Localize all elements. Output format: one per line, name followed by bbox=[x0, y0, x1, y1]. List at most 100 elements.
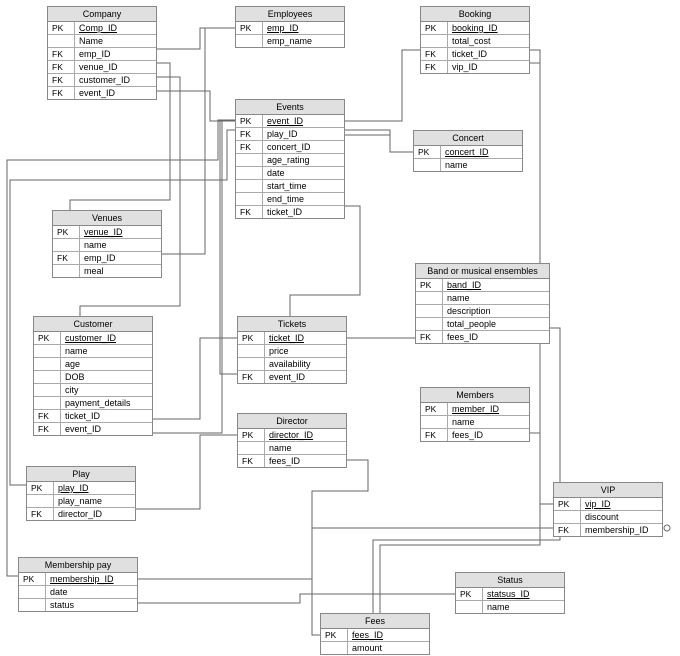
column-name: fees_ID bbox=[443, 331, 550, 344]
key-type bbox=[416, 305, 443, 318]
entity-fees: FeesPKfees_IDamount bbox=[320, 613, 430, 655]
key-type: FK bbox=[416, 331, 443, 344]
key-type: FK bbox=[421, 61, 448, 74]
key-type bbox=[321, 642, 348, 655]
key-type: PK bbox=[236, 115, 263, 128]
entity-columns: PKplay_IDplay_nameFKdirector_ID bbox=[27, 482, 135, 520]
key-type: FK bbox=[48, 48, 75, 61]
entity-title: Membership pay bbox=[19, 558, 137, 573]
column-name: emp_ID bbox=[263, 22, 345, 35]
key-type bbox=[19, 586, 46, 599]
column-name: booking_ID bbox=[448, 22, 530, 35]
column-name: end_time bbox=[263, 193, 345, 206]
entity-columns: PKfees_IDamount bbox=[321, 629, 429, 654]
column-name: Name bbox=[75, 35, 157, 48]
entity-title: Play bbox=[27, 467, 135, 482]
key-type: FK bbox=[48, 87, 75, 100]
column-name: venue_ID bbox=[75, 61, 157, 74]
key-type: PK bbox=[53, 226, 80, 239]
column-name: fees_ID bbox=[448, 429, 530, 442]
column-name: total_people bbox=[443, 318, 550, 331]
key-type: PK bbox=[456, 588, 483, 601]
key-type: FK bbox=[238, 371, 265, 384]
entity-columns: PKmember_IDnameFKfees_ID bbox=[421, 403, 529, 441]
entity-columns: PKvenue_IDnameFKemp_IDmeal bbox=[53, 226, 161, 277]
key-type bbox=[554, 511, 581, 524]
entity-columns: PKComp_IDNameFKemp_IDFKvenue_IDFKcustome… bbox=[48, 22, 156, 99]
key-type bbox=[236, 167, 263, 180]
entity-title: Fees bbox=[321, 614, 429, 629]
column-name: payment_details bbox=[61, 397, 153, 410]
key-type bbox=[456, 601, 483, 614]
key-type: PK bbox=[421, 403, 448, 416]
column-name: age_rating bbox=[263, 154, 345, 167]
entity-venues: VenuesPKvenue_IDnameFKemp_IDmeal bbox=[52, 210, 162, 278]
column-name: emp_ID bbox=[80, 252, 162, 265]
entity-columns: PKstatsus_IDname bbox=[456, 588, 564, 613]
entity-band: Band or musical ensemblesPKband_IDnamede… bbox=[415, 263, 550, 344]
key-type: FK bbox=[48, 74, 75, 87]
key-type bbox=[53, 265, 80, 278]
column-name: emp_ID bbox=[75, 48, 157, 61]
entity-employees: EmployeesPKemp_IDemp_name bbox=[235, 6, 345, 48]
entity-customer: CustomerPKcustomer_IDnameageDOBcitypayme… bbox=[33, 316, 153, 436]
column-name: date bbox=[263, 167, 345, 180]
key-type: FK bbox=[421, 429, 448, 442]
key-type bbox=[421, 416, 448, 429]
column-name: event_ID bbox=[61, 423, 153, 436]
column-name: play_ID bbox=[263, 128, 345, 141]
key-type: PK bbox=[34, 332, 61, 345]
column-name: name bbox=[443, 292, 550, 305]
key-type: PK bbox=[421, 22, 448, 35]
column-name: play_ID bbox=[54, 482, 136, 495]
entity-title: Customer bbox=[34, 317, 152, 332]
key-type: FK bbox=[554, 524, 581, 537]
column-name: venue_ID bbox=[80, 226, 162, 239]
column-name: statsus_ID bbox=[483, 588, 565, 601]
entity-columns: PKevent_IDFKplay_IDFKconcert_IDage_ratin… bbox=[236, 115, 344, 218]
entity-booking: BookingPKbooking_IDtotal_costFKticket_ID… bbox=[420, 6, 530, 74]
entity-members: MembersPKmember_IDnameFKfees_ID bbox=[420, 387, 530, 442]
column-name: name bbox=[265, 442, 347, 455]
key-type: PK bbox=[48, 22, 75, 35]
column-name: status bbox=[46, 599, 138, 612]
column-name: city bbox=[61, 384, 153, 397]
column-name: director_ID bbox=[54, 508, 136, 521]
key-type bbox=[34, 397, 61, 410]
column-name: fees_ID bbox=[265, 455, 347, 468]
key-type: FK bbox=[48, 61, 75, 74]
entity-company: CompanyPKComp_IDNameFKemp_IDFKvenue_IDFK… bbox=[47, 6, 157, 100]
entity-title: Concert bbox=[414, 131, 522, 146]
entity-columns: PKband_IDnamedescriptiontotal_peopleFKfe… bbox=[416, 279, 549, 343]
key-type bbox=[238, 358, 265, 371]
entity-membership: Membership payPKmembership_IDdatestatus bbox=[18, 557, 138, 612]
key-type: PK bbox=[236, 22, 263, 35]
key-type bbox=[416, 292, 443, 305]
entity-columns: PKvip_IDdiscountFKmembership_ID bbox=[554, 498, 662, 536]
column-name: event_ID bbox=[265, 371, 347, 384]
key-type bbox=[27, 495, 54, 508]
column-name: ticket_ID bbox=[263, 206, 345, 219]
column-name: total_cost bbox=[448, 35, 530, 48]
entity-concert: ConcertPKconcert_IDname bbox=[413, 130, 523, 172]
column-name: play_name bbox=[54, 495, 136, 508]
entity-title: Venues bbox=[53, 211, 161, 226]
column-name: vip_ID bbox=[448, 61, 530, 74]
key-type: FK bbox=[34, 410, 61, 423]
key-type: PK bbox=[27, 482, 54, 495]
column-name: membership_ID bbox=[581, 524, 663, 537]
key-type: PK bbox=[19, 573, 46, 586]
entity-vip: VIPPKvip_IDdiscountFKmembership_ID bbox=[553, 482, 663, 537]
key-type bbox=[34, 384, 61, 397]
entity-title: Band or musical ensembles bbox=[416, 264, 549, 279]
key-type: PK bbox=[416, 279, 443, 292]
entity-columns: PKconcert_IDname bbox=[414, 146, 522, 171]
column-name: availability bbox=[265, 358, 347, 371]
entity-columns: PKemp_IDemp_name bbox=[236, 22, 344, 47]
key-type: FK bbox=[238, 455, 265, 468]
entity-columns: PKdirector_IDnameFKfees_ID bbox=[238, 429, 346, 467]
column-name: amount bbox=[348, 642, 430, 655]
column-name: name bbox=[448, 416, 530, 429]
column-name: membership_ID bbox=[46, 573, 138, 586]
entity-tickets: TicketsPKticket_IDpriceavailabilityFKeve… bbox=[237, 316, 347, 384]
